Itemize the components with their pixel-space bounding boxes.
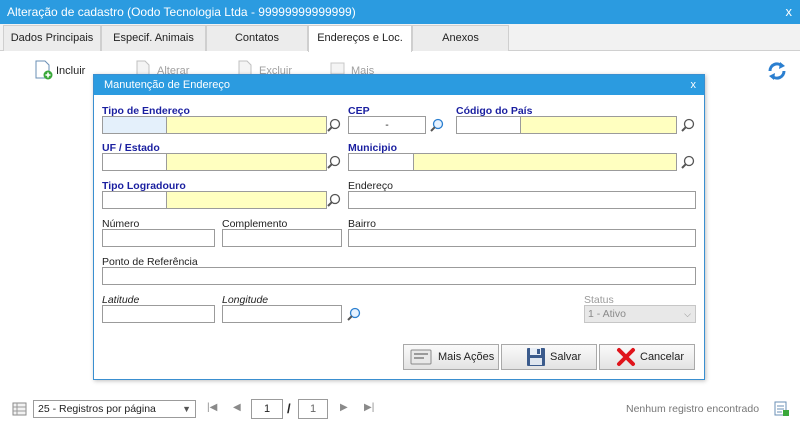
current-page-input[interactable]: 1 bbox=[251, 399, 283, 419]
window-title-bar: Alteração de cadastro (Oodo Tecnologia L… bbox=[0, 0, 800, 24]
tab-anexos[interactable]: Anexos bbox=[412, 25, 509, 51]
cancelar-label: Cancelar bbox=[640, 351, 685, 363]
page-size-value: 25 - Registros por página bbox=[38, 403, 156, 415]
tab-contatos[interactable]: Contatos bbox=[206, 25, 308, 51]
first-page-icon[interactable]: |◀ bbox=[207, 402, 217, 413]
numero-input[interactable] bbox=[102, 229, 215, 247]
tipo-logradouro-search-icon[interactable] bbox=[327, 193, 341, 207]
tipo-endereco-code-input[interactable] bbox=[102, 116, 167, 134]
salvar-button[interactable]: Salvar bbox=[501, 344, 597, 370]
page-size-select[interactable]: 25 - Registros por página ▼ bbox=[33, 400, 196, 418]
tipo-logradouro-code-input[interactable] bbox=[102, 191, 167, 209]
export-icon[interactable] bbox=[774, 401, 790, 417]
window-close-icon[interactable]: x bbox=[786, 0, 793, 24]
tipo-logradouro-desc-input[interactable] bbox=[166, 191, 327, 209]
longitude-input[interactable] bbox=[222, 305, 342, 323]
municipio-search-icon[interactable] bbox=[681, 155, 695, 169]
tipo-endereco-search-icon[interactable] bbox=[327, 118, 341, 132]
uf-code-input[interactable] bbox=[102, 153, 167, 171]
cep-input[interactable]: - bbox=[348, 116, 426, 134]
refresh-icon[interactable] bbox=[766, 61, 788, 81]
chevron-down-icon: ⌵ bbox=[684, 309, 691, 319]
uf-desc-input[interactable] bbox=[166, 153, 327, 171]
more-actions-icon bbox=[410, 349, 432, 365]
incluir-button[interactable]: Incluir bbox=[35, 60, 95, 82]
bairro-input[interactable] bbox=[348, 229, 696, 247]
tab-bar: Dados Principais Especif. Animais Contat… bbox=[0, 24, 800, 52]
incluir-label: Incluir bbox=[56, 65, 86, 77]
complemento-input[interactable] bbox=[222, 229, 342, 247]
tab-dados-principais[interactable]: Dados Principais bbox=[3, 25, 101, 51]
status-select[interactable]: 1 - Ativo ⌵ bbox=[584, 305, 696, 323]
tipo-endereco-desc-input[interactable] bbox=[166, 116, 327, 134]
save-disk-icon bbox=[527, 348, 545, 366]
codigo-pais-desc-input[interactable] bbox=[520, 116, 677, 134]
grid-settings-icon[interactable] bbox=[12, 401, 28, 417]
last-page-icon[interactable]: ▶| bbox=[364, 402, 374, 413]
location-search-icon[interactable] bbox=[347, 307, 361, 321]
dialog-title-bar: Manutenção de Endereço x bbox=[94, 75, 704, 95]
dialog-close-icon[interactable]: x bbox=[691, 75, 697, 95]
codigo-pais-code-input[interactable] bbox=[456, 116, 521, 134]
endereco-input[interactable] bbox=[348, 191, 696, 209]
status-value: 1 - Ativo bbox=[588, 308, 626, 320]
mais-acoes-label: Mais Ações bbox=[438, 351, 495, 363]
codigo-pais-search-icon[interactable] bbox=[681, 118, 695, 132]
total-pages: 1 bbox=[298, 399, 328, 419]
tab-enderecos-loc[interactable]: Endereços e Loc. bbox=[308, 25, 412, 52]
uf-search-icon[interactable] bbox=[327, 155, 341, 169]
page-separator: / bbox=[287, 401, 291, 416]
window-title: Alteração de cadastro (Oodo Tecnologia L… bbox=[7, 5, 356, 19]
next-page-icon[interactable]: ▶ bbox=[340, 402, 348, 413]
cancelar-button[interactable]: Cancelar bbox=[599, 344, 695, 370]
cep-search-icon[interactable] bbox=[430, 118, 444, 132]
chevron-down-icon: ▼ bbox=[182, 404, 191, 414]
prev-page-icon[interactable]: ◀ bbox=[233, 402, 241, 413]
mais-acoes-button[interactable]: Mais Ações bbox=[403, 344, 499, 370]
tab-especif-animais[interactable]: Especif. Animais bbox=[101, 25, 206, 51]
latitude-input[interactable] bbox=[102, 305, 215, 323]
ponto-referencia-input[interactable] bbox=[102, 267, 696, 285]
salvar-label: Salvar bbox=[550, 351, 582, 363]
municipio-desc-input[interactable] bbox=[413, 153, 677, 171]
cancel-x-icon bbox=[617, 348, 635, 366]
records-status: Nenhum registro encontrado bbox=[626, 403, 760, 415]
add-document-icon bbox=[35, 60, 53, 80]
municipio-code-input[interactable] bbox=[348, 153, 414, 171]
dialog-title: Manutenção de Endereço bbox=[104, 79, 230, 91]
endereco-dialog: Manutenção de Endereço x Tipo de Endereç… bbox=[93, 74, 705, 380]
